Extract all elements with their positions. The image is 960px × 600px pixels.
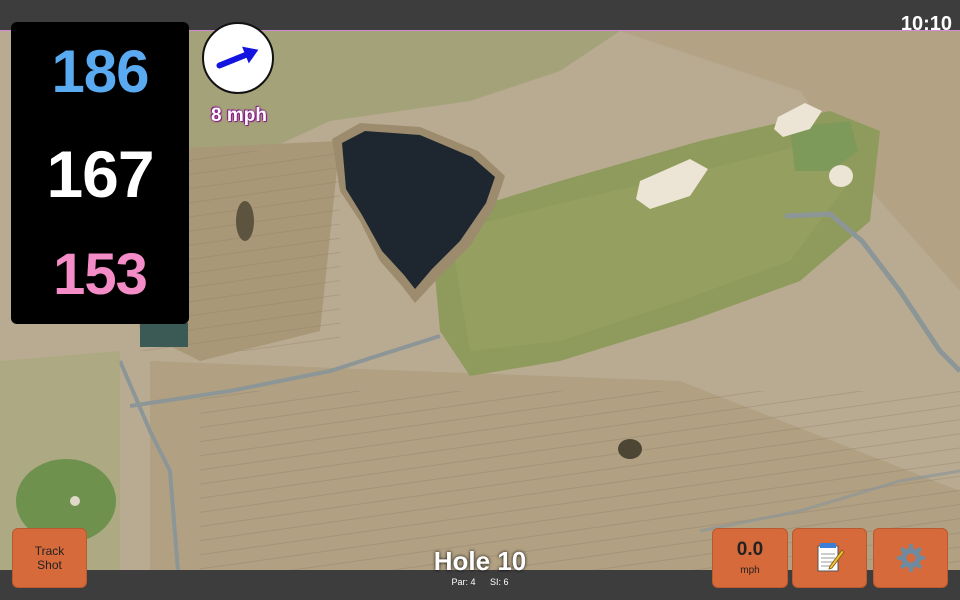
distance-middle: 167	[46, 136, 154, 211]
speed-button[interactable]: 0.0 mph	[712, 528, 788, 588]
hole-title: Hole 10	[433, 546, 527, 576]
hole-stroke-index: SI: 6	[490, 577, 509, 587]
wind-speed: 8 mph	[211, 105, 267, 126]
notepad-icon	[817, 543, 845, 572]
arrow-right-icon	[216, 46, 259, 69]
distance-front: 153	[53, 242, 148, 308]
hole-info: Hole 10 Par: 4 SI: 6	[400, 548, 560, 587]
track-shot-label-line1: Track	[34, 543, 65, 558]
hole-details: Par: 4 SI: 6	[400, 577, 560, 587]
speed-unit: mph	[740, 564, 760, 576]
speed-value: 0.0	[736, 539, 764, 561]
track-shot-label-line2: Shot	[37, 558, 62, 572]
hole-par: Par: 4	[451, 577, 476, 587]
distance-back: 186	[51, 37, 149, 105]
gear-icon	[896, 544, 925, 572]
notes-button[interactable]	[792, 528, 867, 588]
settings-button[interactable]	[873, 528, 948, 588]
distance-panel: 186 167 153	[11, 22, 189, 324]
wind-compass	[202, 22, 274, 94]
track-shot-button[interactable]: Track Shot	[12, 528, 87, 588]
